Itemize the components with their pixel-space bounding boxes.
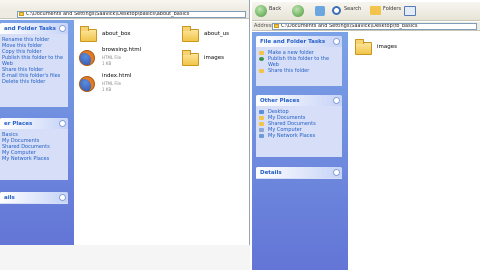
file-item-images[interactable]: images xyxy=(353,38,413,56)
folder-icon xyxy=(182,26,199,42)
right-toolbar: Back Search Folders xyxy=(252,2,480,21)
panel-title: er Places xyxy=(0,118,68,129)
right-folder-tasks-panel: File and Folder Tasks Make a new folder … xyxy=(256,36,342,86)
folders-icon[interactable] xyxy=(370,6,381,15)
share-folder-icon xyxy=(259,69,264,73)
expand-icon[interactable] xyxy=(333,169,340,176)
back-button[interactable]: Back xyxy=(269,6,281,12)
file-name: images xyxy=(377,44,397,50)
up-folder-icon[interactable] xyxy=(315,6,325,16)
task-share-folder[interactable]: Share this folder xyxy=(256,68,342,74)
task-label: Share this folder xyxy=(268,68,310,74)
left-address-bar[interactable]: C:\Documents and Settings\Saavick\Deskto… xyxy=(0,10,249,19)
back-arrow-icon[interactable] xyxy=(255,5,267,17)
address-label: Address xyxy=(254,23,274,29)
right-other-places-panel: Other Places Desktop My Documents Shared… xyxy=(256,95,342,157)
left-explorer-window: C:\Documents and Settings\Saavick\Deskto… xyxy=(0,0,250,245)
file-name: about_us xyxy=(204,31,229,37)
collapse-icon[interactable] xyxy=(333,38,340,45)
left-address-path: C:\Documents and Settings\Saavick\Deskto… xyxy=(26,11,190,17)
folder-icon xyxy=(274,24,279,28)
file-name: images xyxy=(204,55,224,61)
left-other-places-panel: er Places Basics My Documents Shared Doc… xyxy=(0,118,68,180)
forward-arrow-icon[interactable] xyxy=(292,5,304,17)
file-item-about-box[interactable]: about_box xyxy=(80,26,140,44)
file-name: about_box xyxy=(102,31,131,37)
file-item-images[interactable]: images xyxy=(182,50,242,68)
firefox-html-icon xyxy=(79,76,95,92)
collapse-icon[interactable] xyxy=(333,97,340,104)
new-folder-icon xyxy=(259,51,264,55)
panel-title: Details xyxy=(256,167,342,178)
file-name: browsing.html xyxy=(102,47,142,53)
task-delete-folder[interactable]: Delete this folder xyxy=(0,79,68,85)
firefox-html-icon xyxy=(79,50,95,66)
search-icon[interactable] xyxy=(332,6,341,15)
file-item-index-html[interactable]: index.html HTML File 1 KB xyxy=(79,73,139,95)
panel-title: Other Places xyxy=(256,95,342,106)
my-documents-icon xyxy=(259,116,264,120)
folder-icon xyxy=(182,50,199,66)
views-icon[interactable] xyxy=(404,6,416,16)
place-my-network-places[interactable]: My Network Places xyxy=(256,133,342,139)
panel-title: ails xyxy=(0,192,68,203)
left-task-pane: and Folder Tasks Rename this folder Move… xyxy=(0,20,74,245)
expand-icon[interactable] xyxy=(59,194,66,201)
panel-title: File and Folder Tasks xyxy=(256,36,342,47)
right-explorer-window: Back Search Folders Address C:\Documents… xyxy=(252,0,480,270)
my-computer-icon xyxy=(259,128,264,132)
right-address-path: C:\Documents and Settings\Saavick\Deskto… xyxy=(281,23,418,29)
right-task-pane: File and Folder Tasks Make a new folder … xyxy=(252,32,348,270)
search-button[interactable]: Search xyxy=(344,6,361,12)
file-type: HTML File xyxy=(102,81,122,86)
file-type: HTML File xyxy=(102,55,122,60)
folder-icon xyxy=(355,39,372,55)
place-label: My Network Places xyxy=(268,133,316,139)
panel-title: and Folder Tasks xyxy=(0,23,68,34)
collapse-icon[interactable] xyxy=(59,25,66,32)
right-details-panel: Details xyxy=(256,167,342,179)
file-size: 1 KB xyxy=(102,87,112,92)
publish-web-icon xyxy=(259,57,264,61)
network-places-icon xyxy=(259,134,264,138)
file-item-browsing-html[interactable]: browsing.html HTML File 1 KB xyxy=(79,47,142,69)
file-name: index.html xyxy=(102,73,132,79)
collapse-icon[interactable] xyxy=(59,120,66,127)
shared-documents-icon xyxy=(259,122,264,126)
right-address-bar[interactable]: Address C:\Documents and Settings\Saavic… xyxy=(252,22,480,31)
folder-icon xyxy=(19,12,24,16)
desktop-icon xyxy=(259,110,264,114)
file-size: 1 KB xyxy=(102,61,112,66)
file-item-about-us[interactable]: about_us xyxy=(182,26,242,44)
place-my-network-places[interactable]: My Network Places xyxy=(0,156,68,162)
folder-icon xyxy=(80,26,97,42)
left-details-panel: ails xyxy=(0,192,68,204)
left-folder-tasks-panel: and Folder Tasks Rename this folder Move… xyxy=(0,23,68,107)
desktop-background xyxy=(0,245,250,270)
folders-button[interactable]: Folders xyxy=(383,6,401,12)
